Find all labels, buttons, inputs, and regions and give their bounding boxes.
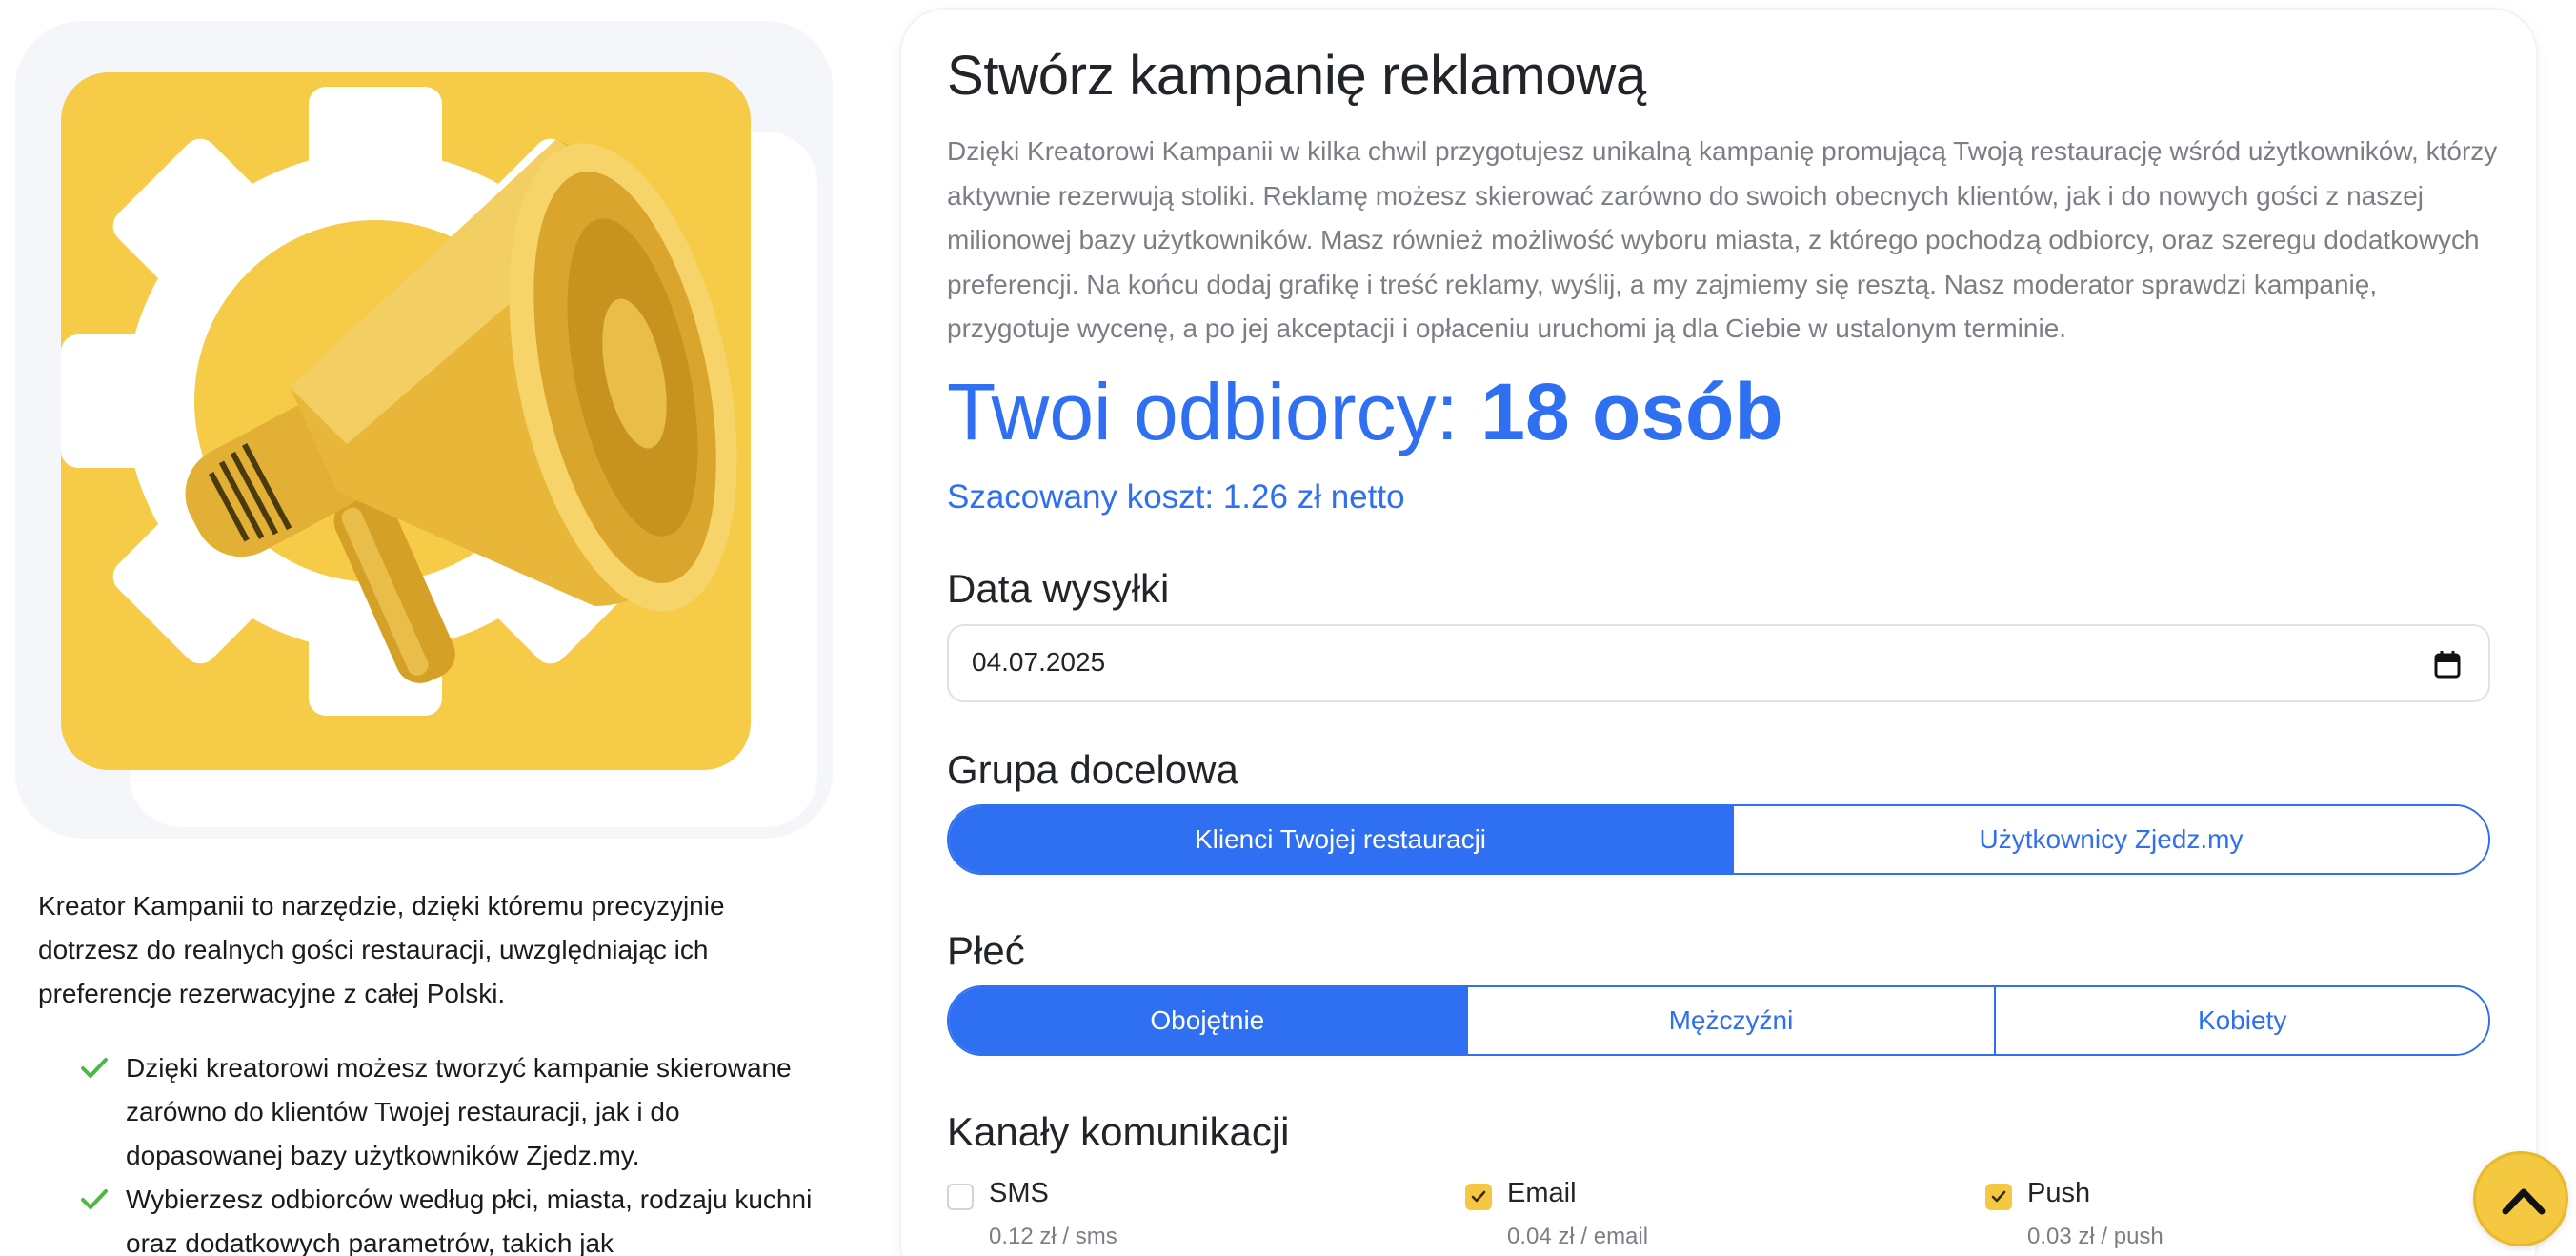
gender-men[interactable]: Mężczyźni — [1467, 987, 1997, 1054]
channel-price: 0.12 zł / sms — [989, 1224, 1117, 1249]
target-group-label: Grupa docelowa — [947, 747, 1238, 792]
check-icon — [81, 1058, 108, 1078]
calendar-icon[interactable] — [2433, 649, 2462, 679]
gender-any[interactable]: Obojętnie — [949, 987, 1468, 1054]
chevron-up-icon — [2502, 1188, 2546, 1215]
channel-name: Push — [2027, 1178, 2091, 1208]
push-checkbox[interactable] — [1985, 1184, 2012, 1210]
date-label: Data wysyłki — [947, 566, 1170, 611]
channels-label: Kanały komunikacji — [947, 1109, 1290, 1154]
intro-text: Kreator Kampanii to narzędzie, dzięki kt… — [38, 891, 725, 1008]
megaphone-icon — [61, 87, 737, 716]
feature-text: Wybierzesz odbiorców według płci, miasta… — [126, 1185, 813, 1256]
list-item: Dzięki kreatorowi możesz tworzyć kampani… — [80, 1046, 823, 1178]
send-date-value: 04.07.2025 — [972, 647, 1106, 677]
feature-text: Dzięki kreatorowi możesz tworzyć kampani… — [126, 1053, 792, 1170]
email-checkbox[interactable] — [1465, 1184, 1492, 1210]
recipients-label: Twoi odbiorcy: — [947, 367, 1481, 456]
campaign-form-card: Stwórz kampanię reklamową Dzięki Kreator… — [901, 10, 2536, 1256]
page-title: Stwórz kampanię reklamową — [947, 45, 1646, 107]
gender-label: Płeć — [947, 928, 1025, 973]
channel-name: SMS — [989, 1178, 1049, 1208]
info-column: Kreator Kampanii to narzędzie, dzięki kt… — [0, 0, 857, 1256]
target-group-selector: Klienci Twojej restauracji Użytkownicy Z… — [947, 804, 2490, 875]
target-group-zjedz-users[interactable]: Użytkownicy Zjedz.my — [1733, 806, 2488, 873]
target-group-own-clients[interactable]: Klienci Twojej restauracji — [949, 806, 1734, 873]
estimated-cost: Szacowany koszt: 1.26 zł netto — [947, 478, 1405, 516]
channel-price: 0.04 zł / email — [1507, 1224, 1649, 1249]
hero-card — [15, 21, 833, 839]
check-icon — [81, 1189, 108, 1209]
checkmark-icon — [1991, 1190, 2006, 1203]
recipients-value: 18 osób — [1480, 367, 1783, 456]
channel-name: Email — [1507, 1178, 1577, 1208]
list-item: Wybierzesz odbiorców według płci, miasta… — [80, 1178, 823, 1256]
channel-price: 0.03 zł / push — [2027, 1224, 2163, 1249]
scroll-to-top-button[interactable] — [2473, 1151, 2568, 1246]
campaign-description: Dzięki Kreatorowi Kampanii w kilka chwil… — [947, 136, 2498, 343]
gender-selector: Obojętnie Mężczyźni Kobiety — [947, 985, 2490, 1056]
hero-illustration — [61, 72, 751, 770]
feature-list: Dzięki kreatorowi możesz tworzyć kampani… — [80, 1046, 823, 1256]
sms-checkbox[interactable] — [947, 1184, 974, 1210]
checkmark-icon — [1471, 1190, 1486, 1203]
recipients-count: Twoi odbiorcy: 18 osób — [947, 364, 1783, 459]
gender-women[interactable]: Kobiety — [1996, 987, 2488, 1054]
send-date-input[interactable]: 04.07.2025 — [947, 624, 2490, 702]
